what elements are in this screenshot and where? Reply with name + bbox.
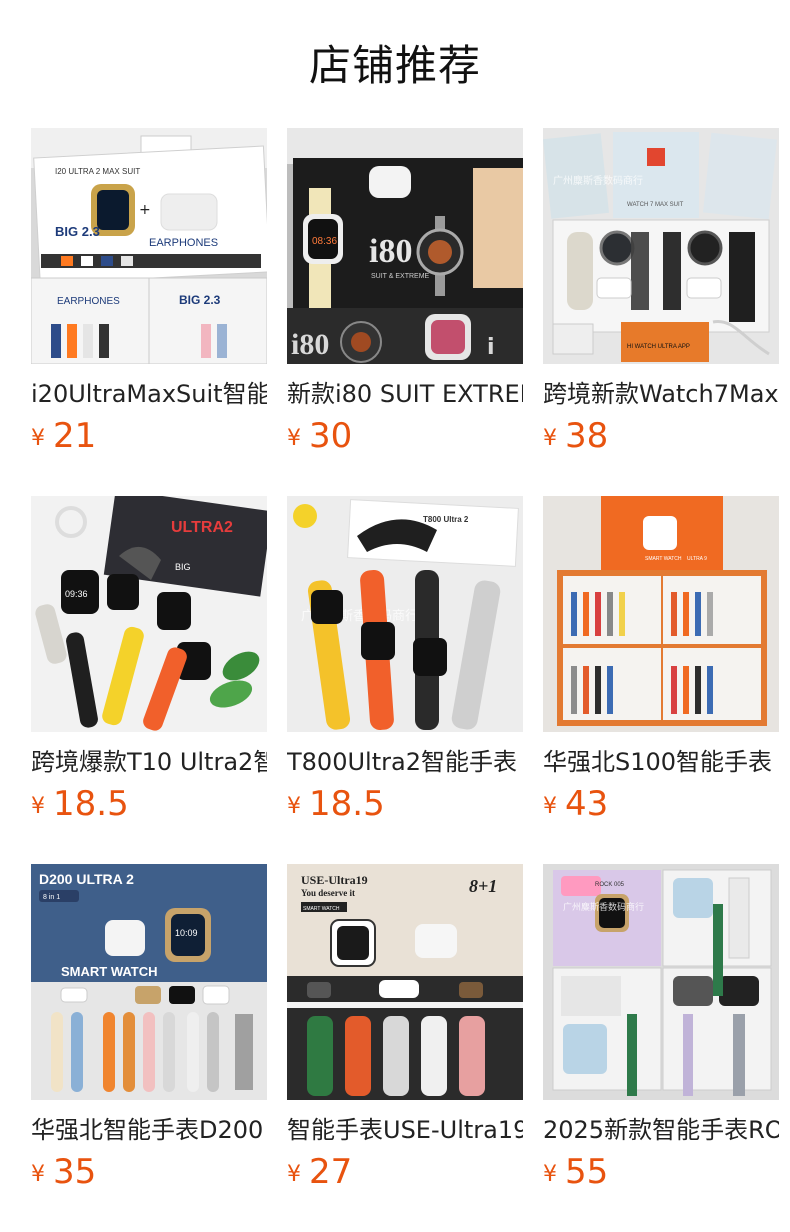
product-image-graphic: ULTRA2 BIG 09:36: [31, 496, 267, 732]
currency-symbol: ¥: [543, 426, 557, 451]
image-text: SUIT & EXTREME: [371, 273, 430, 280]
product-name[interactable]: 华强北S100智能手表: [543, 746, 779, 778]
price-value: 18.5: [53, 784, 129, 824]
currency-symbol: ¥: [31, 426, 45, 451]
image-text: EARPHONES: [149, 237, 218, 249]
currency-symbol: ¥: [287, 426, 301, 451]
image-text: WATCH 7 MAX SUIT: [627, 202, 684, 208]
product-image[interactable]: 08:36 i80 SUIT & EXTREME i80 i: [287, 128, 523, 364]
product-image-graphic: USE-Ultra19 You deserve it 8+1 SMART WAT…: [287, 864, 523, 1100]
image-text: HI WATCH ULTRA APP: [627, 344, 690, 350]
product-name[interactable]: 跨境新款Watch7Max: [543, 378, 779, 410]
image-text: 10:09: [175, 928, 198, 938]
currency-symbol: ¥: [31, 794, 45, 819]
image-text: BIG 2.3: [55, 224, 100, 239]
image-text: D200 ULTRA 2: [39, 871, 134, 887]
image-text: 8 in 1: [43, 894, 60, 901]
product-image-graphic: T800 Ultra 2 广州麋斯香数码商行: [287, 496, 523, 732]
image-text: BIG 2.3: [179, 293, 221, 307]
product-price: ¥21: [31, 416, 267, 456]
product-name[interactable]: 华强北智能手表D200: [31, 1114, 267, 1146]
product-card[interactable]: SMART WATCH ULTRA 9 华强北S100智能手表 ¥ 43: [543, 496, 779, 864]
product-card[interactable]: USE-Ultra19 You deserve it 8+1 SMART WAT…: [287, 864, 523, 1232]
product-card[interactable]: 08:36 i80 SUIT & EXTREME i80 i 新款i80 SUI…: [287, 128, 523, 496]
price-value: 30: [309, 416, 353, 456]
currency-symbol: ¥: [287, 1162, 301, 1187]
image-text: ULTRA2: [171, 519, 233, 536]
product-price: ¥30: [287, 416, 523, 456]
price-value: 18.5: [309, 784, 385, 824]
image-text: EARPHONES: [57, 296, 120, 307]
currency-symbol: ¥: [543, 794, 557, 819]
currency-symbol: ¥: [543, 1162, 557, 1187]
product-image[interactable]: D200 ULTRA 2 8 in 1 10:09 SMART WATCH: [31, 864, 267, 1100]
currency-symbol: ¥: [287, 794, 301, 819]
image-text: ROCK 005: [595, 882, 625, 888]
svg-text:+: +: [139, 202, 151, 218]
product-card[interactable]: D200 ULTRA 2 8 in 1 10:09 SMART WATCH 华强…: [31, 864, 267, 1232]
product-price: ¥18.5: [287, 784, 523, 824]
product-image-graphic: SMART WATCH ULTRA 9: [543, 496, 779, 732]
price-value: 35: [53, 1152, 97, 1192]
product-image-graphic: ROCK 005 广州麋斯香数码商行: [543, 864, 779, 1100]
product-image[interactable]: WATCH 7 MAX SUIT 广州麋斯香数码商行 HI WATCH ULTR…: [543, 128, 779, 364]
product-price: ¥43: [543, 784, 779, 824]
svg-text:i80: i80: [291, 328, 329, 361]
product-image[interactable]: T800 Ultra 2 广州麋斯香数码商行: [287, 496, 523, 732]
image-text: I20 ULTRA 2 MAX SUIT: [55, 167, 140, 176]
image-text: T800 Ultra 2: [423, 515, 469, 524]
image-text: 广州麋斯香数码商行: [563, 901, 644, 913]
product-image[interactable]: SMART WATCH ULTRA 9: [543, 496, 779, 732]
product-name[interactable]: 跨境爆款T10 Ultra2智能手表: [31, 746, 267, 778]
image-text: You deserve it: [301, 888, 355, 898]
image-text: SMART WATCH: [61, 964, 158, 979]
currency-symbol: ¥: [31, 1162, 45, 1187]
product-image-graphic: 08:36 i80 SUIT & EXTREME i80 i: [287, 128, 523, 364]
product-card[interactable]: ROCK 005 广州麋斯香数码商行 2025新款智能手表ROCK: [543, 864, 779, 1232]
product-image[interactable]: I20 ULTRA 2 MAX SUIT + BIG 2.3 EARPHONES…: [31, 128, 267, 364]
product-price: ¥35: [31, 1152, 267, 1192]
product-price: ¥55: [543, 1152, 779, 1192]
product-image[interactable]: ULTRA2 BIG 09:36: [31, 496, 267, 732]
image-text: 广州麋斯香数码商行: [553, 174, 643, 187]
image-text: BIG: [175, 562, 191, 572]
image-text: 08:36: [312, 236, 337, 247]
svg-text:i: i: [487, 335, 495, 360]
image-text: USE-Ultra19: [301, 873, 368, 887]
image-text: 09:36: [65, 589, 88, 599]
price-value: 43: [565, 784, 609, 824]
product-image-graphic: WATCH 7 MAX SUIT 广州麋斯香数码商行 HI WATCH ULTR…: [543, 128, 779, 364]
image-text: i80: [369, 233, 412, 270]
product-name[interactable]: 新款i80 SUIT EXTREME: [287, 378, 523, 410]
product-name[interactable]: 智能手表USE-Ultra19: [287, 1114, 523, 1146]
image-text: ULTRA 9: [687, 556, 707, 562]
product-card[interactable]: ULTRA2 BIG 09:36 跨境爆款T10 Ultra2智能手表 ¥18.…: [31, 496, 267, 864]
product-image[interactable]: ROCK 005 广州麋斯香数码商行: [543, 864, 779, 1100]
product-grid: I20 ULTRA 2 MAX SUIT + BIG 2.3 EARPHONES…: [31, 128, 779, 1232]
image-text: 8+1: [469, 876, 497, 896]
product-name[interactable]: T800Ultra2智能手表: [287, 746, 523, 778]
product-card[interactable]: T800 Ultra 2 广州麋斯香数码商行 T800Ultra2智能手表 ¥1…: [287, 496, 523, 864]
product-image[interactable]: USE-Ultra19 You deserve it 8+1 SMART WAT…: [287, 864, 523, 1100]
product-image-graphic: I20 ULTRA 2 MAX SUIT + BIG 2.3 EARPHONES…: [31, 128, 267, 364]
product-price: ¥27: [287, 1152, 523, 1192]
product-name[interactable]: 2025新款智能手表ROCK: [543, 1114, 779, 1146]
price-value: 38: [565, 416, 609, 456]
product-name[interactable]: i20UltraMaxSuit智能手表: [31, 378, 267, 410]
product-price: ¥38: [543, 416, 779, 456]
product-price: ¥18.5: [31, 784, 267, 824]
section-title: 店铺推荐: [308, 41, 481, 90]
price-value: 27: [309, 1152, 353, 1192]
price-value: 21: [53, 416, 97, 456]
price-value: 55: [565, 1152, 609, 1192]
product-card[interactable]: I20 ULTRA 2 MAX SUIT + BIG 2.3 EARPHONES…: [31, 128, 267, 496]
image-text: SMART WATCH: [303, 906, 340, 912]
product-card[interactable]: WATCH 7 MAX SUIT 广州麋斯香数码商行 HI WATCH ULTR…: [543, 128, 779, 496]
image-text: SMART WATCH: [645, 556, 682, 562]
product-image-graphic: D200 ULTRA 2 8 in 1 10:09 SMART WATCH: [31, 864, 267, 1100]
